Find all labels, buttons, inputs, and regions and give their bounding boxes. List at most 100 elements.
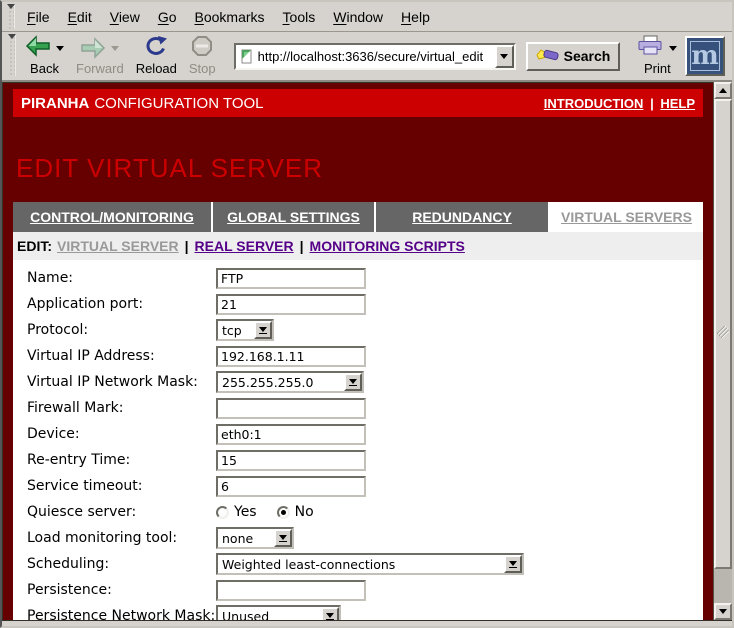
field-label: Application port: <box>17 296 216 312</box>
menu-item-bookmarks[interactable]: Bookmarks <box>186 5 274 29</box>
introduction-link[interactable]: INTRODUCTION <box>544 96 644 111</box>
mozilla-logo-button[interactable]: m <box>685 36 725 76</box>
load-monitoring-tool-select[interactable]: none <box>216 527 294 549</box>
persistence-input[interactable] <box>216 580 366 601</box>
scroll-up-button[interactable] <box>714 82 732 99</box>
vertical-scrollbar[interactable] <box>713 82 732 620</box>
forward-label: Forward <box>76 61 124 76</box>
application-port-input[interactable]: 21 <box>216 294 366 315</box>
radio-no[interactable] <box>277 506 290 519</box>
service-timeout-input[interactable]: 6 <box>216 476 366 497</box>
toolbar-grippy[interactable] <box>8 34 16 76</box>
menubar-items: FileEditViewGoBookmarksToolsWindowHelp <box>18 5 439 29</box>
back-dropdown-icon[interactable] <box>56 46 64 51</box>
field-label: Persistence Network Mask: <box>17 608 216 620</box>
back-button[interactable]: Back <box>22 35 67 77</box>
url-dropdown-button[interactable] <box>495 45 514 68</box>
stop-button[interactable]: Stop <box>186 35 219 77</box>
form-row-load-monitoring-tool: Load monitoring tool:none <box>17 525 703 551</box>
print-button[interactable]: Print <box>634 35 680 77</box>
tab-control-monitoring[interactable]: CONTROL/MONITORING <box>13 202 211 232</box>
selected-option: 255.255.255.0 <box>218 375 344 390</box>
forward-dropdown-icon <box>111 46 119 51</box>
scroll-down-button[interactable] <box>714 603 732 620</box>
name-input[interactable]: FTP <box>216 268 366 289</box>
virtual-ip-network-mask-select[interactable]: 255.255.255.0 <box>216 371 364 393</box>
form-row-name: Name:FTP <box>17 265 703 291</box>
menu-item-file[interactable]: File <box>18 5 59 29</box>
forward-button[interactable]: Forward <box>73 35 127 77</box>
url-bar[interactable]: http://localhost:3636/secure/virtual_edi… <box>234 43 516 70</box>
protocol-select[interactable]: tcp <box>216 319 274 341</box>
field-label: Device: <box>17 426 216 442</box>
dropdown-bar <box>349 385 357 386</box>
reload-icon <box>144 35 168 62</box>
print-label: Print <box>644 61 671 76</box>
form-row-re-entry-time: Re-entry Time:15 <box>17 447 703 473</box>
search-flashlight-icon <box>536 46 560 66</box>
tab-label: GLOBAL SETTINGS <box>227 209 360 225</box>
menu-item-tools[interactable]: Tools <box>274 5 325 29</box>
reload-label: Reload <box>136 61 177 76</box>
menu-item-go[interactable]: Go <box>149 5 186 29</box>
firewall-mark-input[interactable] <box>216 398 366 419</box>
reload-button[interactable]: Reload <box>133 35 180 77</box>
url-input[interactable]: http://localhost:3636/secure/virtual_edi… <box>258 49 495 64</box>
tab-global-settings[interactable]: GLOBAL SETTINGS <box>213 202 374 232</box>
chevron-down-icon <box>500 54 508 59</box>
menu-item-window[interactable]: Window <box>324 5 392 29</box>
field-label: Scheduling: <box>17 556 216 572</box>
radio-yes[interactable] <box>216 506 229 519</box>
forward-arrow-icon <box>80 37 106 59</box>
virtual-ip-address-input[interactable]: 192.168.1.11 <box>216 346 366 367</box>
tab-bar: CONTROL/MONITORING GLOBAL SETTINGS REDUNDA… <box>13 202 703 232</box>
chevron-down-icon <box>509 561 517 566</box>
dropdown-arrow-button[interactable] <box>504 555 522 573</box>
radio-label-yes: Yes <box>234 504 257 520</box>
subnav-prefix: EDIT: <box>17 238 52 254</box>
navigation-toolbar: Back Forward Reload <box>2 32 732 82</box>
thumb-grip-icon <box>717 325 729 343</box>
back-label: Back <box>30 61 59 76</box>
dropdown-arrow-button[interactable] <box>254 321 272 339</box>
scrollbar-track[interactable] <box>714 569 732 603</box>
field-label: Firewall Mark: <box>17 400 216 416</box>
field-label: Virtual IP Address: <box>17 348 216 364</box>
piranha-banner: PIRANHA CONFIGURATION TOOL INTRODUCTION … <box>13 89 703 117</box>
collapse-arrow-icon <box>7 4 15 9</box>
scrollbar-thumb[interactable] <box>714 99 732 569</box>
persistence-network-mask-select[interactable]: Unused <box>216 605 341 620</box>
tab-label: VIRTUAL SERVERS <box>561 209 692 225</box>
print-dropdown-icon[interactable] <box>669 46 677 51</box>
menu-item-help[interactable]: Help <box>392 5 439 29</box>
dropdown-bar <box>509 567 517 568</box>
menu-item-view[interactable]: View <box>101 5 149 29</box>
radio-label-no: No <box>295 504 314 520</box>
tab-redundancy[interactable]: REDUNDANCY <box>376 202 548 232</box>
help-link[interactable]: HELP <box>660 96 695 111</box>
form-row-application-port: Application port:21 <box>17 291 703 317</box>
scheduling-select[interactable]: Weighted least-connections <box>216 553 524 575</box>
search-button[interactable]: Search <box>526 42 621 71</box>
re-entry-time-input[interactable]: 15 <box>216 450 366 471</box>
device-input[interactable]: eth0:1 <box>216 424 366 445</box>
subnav: EDIT:VIRTUAL SERVER|REAL SERVER|MONITORI… <box>13 232 703 260</box>
chevron-down-icon <box>259 327 267 332</box>
collapse-arrow-icon <box>8 34 16 39</box>
chevron-down-icon <box>349 379 357 384</box>
subnav-link-virtual-server[interactable]: VIRTUAL SERVER <box>57 238 179 254</box>
subnav-link-monitoring-scripts[interactable]: MONITORING SCRIPTS <box>310 238 465 254</box>
virtual-server-form: Name:FTPApplication port:21Protocol:tcpV… <box>13 260 703 620</box>
menubar-grippy[interactable] <box>7 4 15 29</box>
menu-item-edit[interactable]: Edit <box>59 5 101 29</box>
dropdown-arrow-button[interactable] <box>274 529 292 547</box>
form-row-virtual-ip-network-mask: Virtual IP Network Mask:255.255.255.0 <box>17 369 703 395</box>
field-label: Quiesce server: <box>17 504 216 520</box>
selected-option: none <box>218 531 274 546</box>
dropdown-arrow-button[interactable] <box>344 373 362 391</box>
search-label: Search <box>564 48 611 64</box>
dropdown-arrow-button[interactable] <box>321 607 339 620</box>
subnav-link-real-server[interactable]: REAL SERVER <box>195 238 294 254</box>
tab-virtual-servers[interactable]: VIRTUAL SERVERS <box>550 202 703 232</box>
form-row-service-timeout: Service timeout:6 <box>17 473 703 499</box>
